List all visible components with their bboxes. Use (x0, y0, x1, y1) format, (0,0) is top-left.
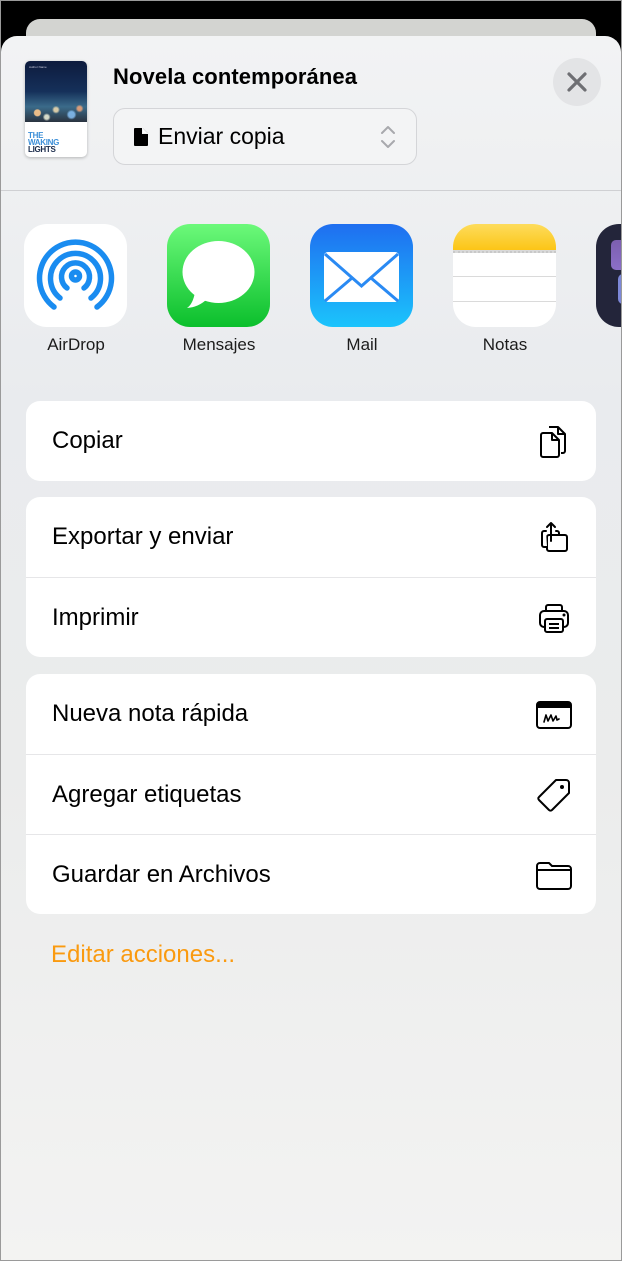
thumbnail-photo (25, 61, 87, 123)
app-row: AirDrop Mensajes Mail Notas (1, 224, 621, 364)
share-export-icon (541, 522, 568, 552)
app-partial[interactable] (596, 224, 621, 327)
action-label: Nueva nota rápida (52, 700, 249, 727)
xmark-icon (567, 72, 587, 92)
thumbnail-title: THE WAKING LIGHTS (28, 132, 59, 154)
thumbnail-title-line: LIGHTS (28, 145, 56, 154)
app-notes[interactable]: Notas (453, 224, 557, 355)
printer-icon (539, 603, 569, 633)
close-button[interactable] (553, 58, 601, 106)
share-sheet: Author Name THE WAKING LIGHTS Novela con… (1, 36, 621, 1260)
app-mail[interactable]: Mail (310, 224, 414, 355)
app-name: Mail (346, 335, 378, 354)
chevron-up-down-icon (381, 126, 395, 148)
action-group-copy: Copiar (26, 401, 596, 481)
partial-app-icon (596, 224, 621, 327)
copy-docs-icon (540, 426, 566, 458)
action-export-send[interactable]: Exportar y enviar (26, 497, 596, 577)
action-group-more: Nueva nota rápida Agregar etiquetas Guar… (26, 674, 596, 914)
app-name: Mensajes (182, 335, 256, 354)
folder-icon (536, 861, 572, 890)
mail-icon (310, 224, 413, 327)
tag-icon (537, 778, 570, 812)
app-name: AirDrop (47, 335, 105, 354)
messages-icon (167, 224, 270, 327)
notes-icon (453, 224, 556, 327)
document-title: Novela contemporánea (113, 64, 358, 89)
action-label: Exportar y enviar (52, 523, 234, 550)
doc-fill-icon (134, 127, 148, 146)
action-label: Copiar (52, 427, 123, 454)
action-print[interactable]: Imprimir (26, 577, 596, 657)
action-save-files[interactable]: Guardar en Archivos (26, 834, 596, 914)
app-messages[interactable]: Mensajes (167, 224, 271, 355)
airdrop-icon (24, 224, 127, 327)
action-label: Guardar en Archivos (52, 860, 271, 888)
action-add-tags[interactable]: Agregar etiquetas (26, 754, 596, 834)
share-sheet-header: Author Name THE WAKING LIGHTS Novela con… (1, 36, 621, 191)
action-label: Agregar etiquetas (52, 780, 242, 808)
action-quick-note[interactable]: Nueva nota rápida (26, 674, 596, 754)
thumbnail-author: Author Name (29, 65, 47, 69)
action-label: Imprimir (52, 603, 139, 631)
action-copy[interactable]: Copiar (26, 401, 596, 481)
action-group-export: Exportar y enviar Imprimir (26, 497, 596, 657)
send-mode-label: Enviar copia (158, 123, 285, 149)
document-thumbnail: Author Name THE WAKING LIGHTS (25, 61, 87, 157)
app-name: Notas (482, 335, 528, 354)
quick-note-icon (536, 701, 572, 729)
app-airdrop[interactable]: AirDrop (24, 224, 128, 355)
edit-actions-link[interactable]: Editar acciones... (51, 941, 235, 969)
send-mode-select[interactable]: Enviar copia (113, 108, 417, 165)
